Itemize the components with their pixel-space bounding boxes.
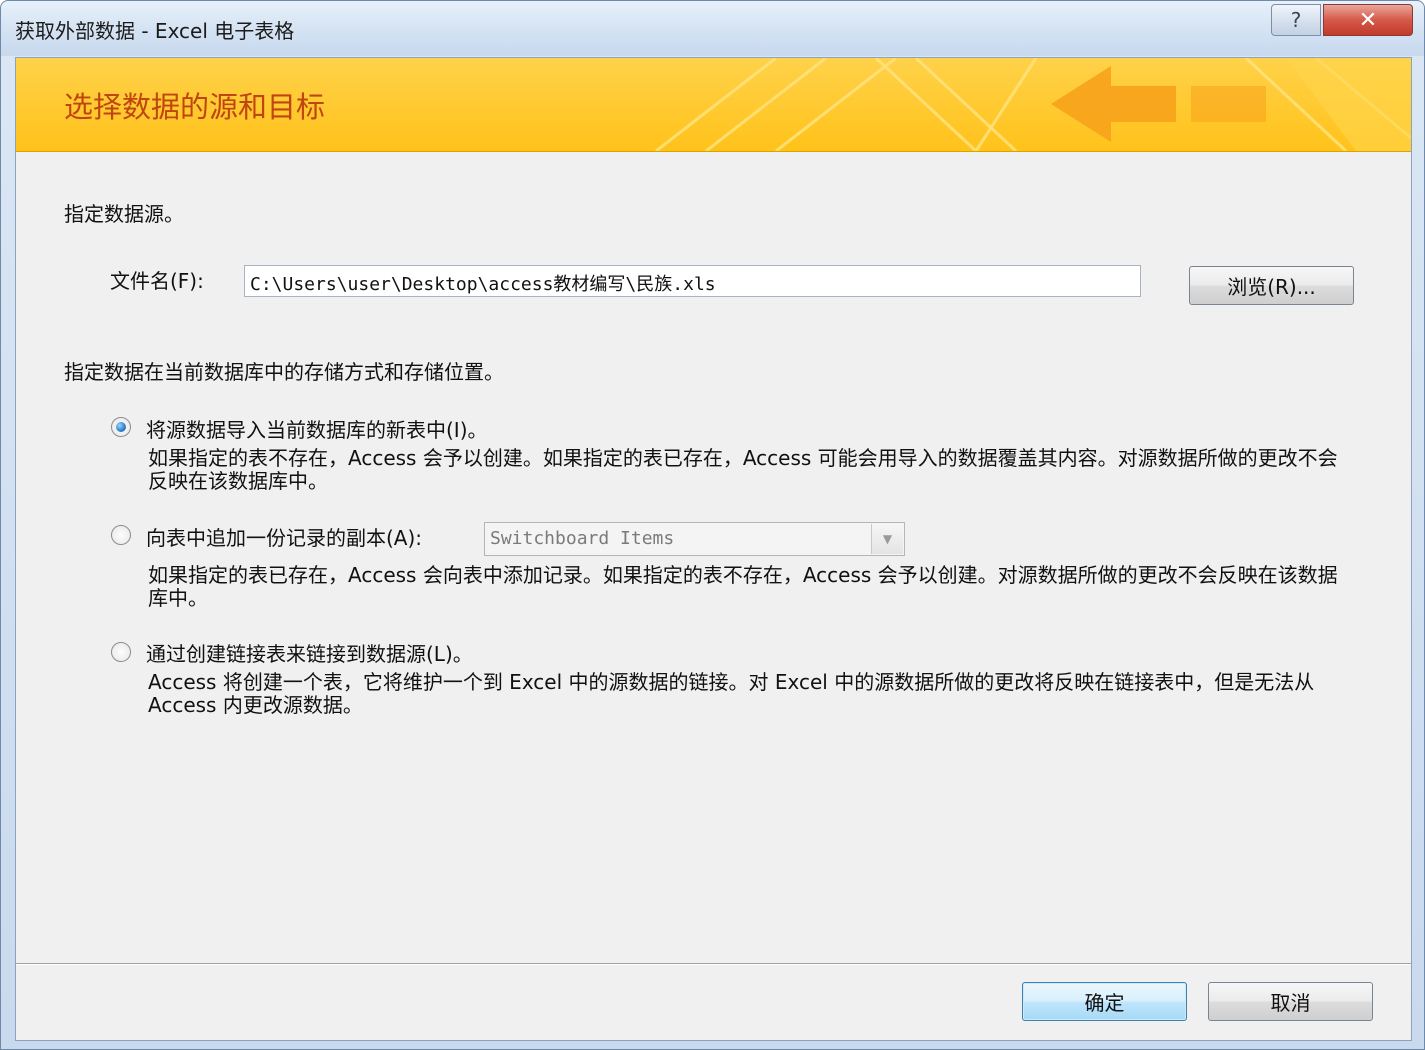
close-button[interactable]: ✕ — [1323, 4, 1413, 36]
import-new-table-radio[interactable] — [111, 417, 131, 437]
dialog-body: 选择数据的源和目标 指定数据源。 文件名(F): C:\Users\user\D… — [15, 57, 1412, 1041]
chevron-down-icon[interactable]: ▼ — [871, 524, 903, 554]
cancel-button[interactable]: 取消 — [1208, 982, 1373, 1021]
append-table-select-value: Switchboard Items — [490, 528, 675, 549]
browse-button[interactable]: 浏览(R)... — [1189, 266, 1354, 305]
title-bar[interactable]: 获取外部数据 - Excel 电子表格 ? ✕ — [1, 1, 1424, 56]
file-name-label: 文件名(F): — [110, 269, 204, 293]
append-copy-description: 如果指定的表已存在，Access 会向表中添加记录。如果指定的表不存在，Acce… — [148, 563, 1338, 610]
ok-button-label: 确定 — [1084, 991, 1125, 1015]
banner-title: 选择数据的源和目标 — [64, 90, 326, 124]
source-heading: 指定数据源。 — [64, 202, 184, 226]
import-new-table-label[interactable]: 将源数据导入当前数据库的新表中(I)。 — [146, 414, 488, 443]
append-table-select[interactable]: Switchboard Items ▼ — [484, 522, 905, 556]
header-banner: 选择数据的源和目标 — [16, 58, 1411, 152]
storage-heading: 指定数据在当前数据库中的存储方式和存储位置。 — [64, 360, 504, 384]
window-title: 获取外部数据 - Excel 电子表格 — [15, 19, 295, 43]
append-copy-radio[interactable] — [111, 525, 131, 545]
append-copy-label[interactable]: 向表中追加一份记录的副本(A): — [146, 522, 422, 551]
footer-separator — [16, 963, 1411, 965]
link-table-description: Access 将创建一个表，它将维护一个到 Excel 中的源数据的链接。对 E… — [148, 670, 1315, 717]
help-button[interactable]: ? — [1271, 4, 1321, 36]
link-table-radio[interactable] — [111, 642, 131, 662]
cancel-button-label: 取消 — [1270, 991, 1311, 1015]
close-icon: ✕ — [1358, 7, 1378, 33]
help-icon: ? — [1290, 8, 1302, 32]
import-new-table-description: 如果指定的表不存在，Access 会予以创建。如果指定的表已存在，Access … — [148, 446, 1338, 493]
dialog-window: 获取外部数据 - Excel 电子表格 ? ✕ 选择数据的源和目标 指定数据源。… — [0, 0, 1425, 1050]
ok-button[interactable]: 确定 — [1022, 982, 1187, 1021]
file-name-input[interactable]: C:\Users\user\Desktop\access教材编写\民族.xls — [244, 265, 1141, 297]
link-table-label[interactable]: 通过创建链接表来链接到数据源(L)。 — [146, 638, 473, 667]
browse-button-label: 浏览(R)... — [1227, 275, 1316, 299]
